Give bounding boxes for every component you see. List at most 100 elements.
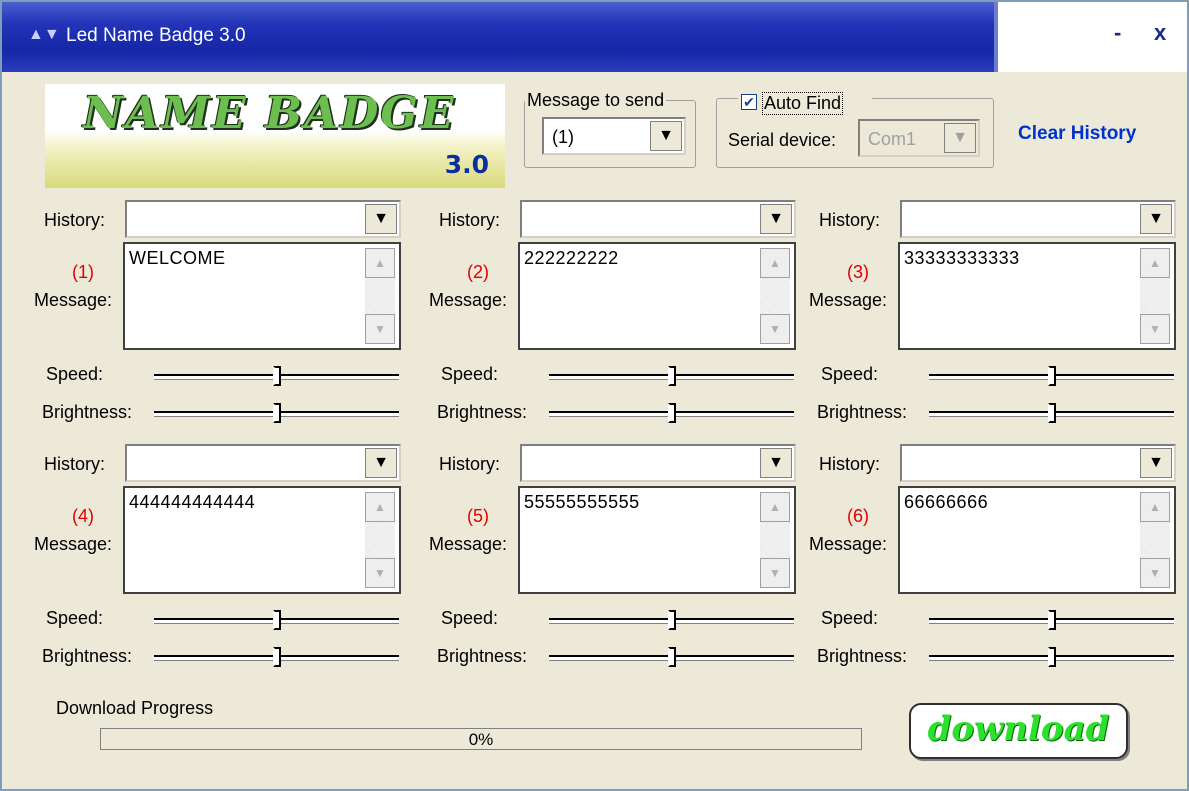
brightness-slider-thumb[interactable] — [1048, 647, 1056, 667]
message-textarea-2[interactable]: 222222222 ▲ ▼ — [518, 242, 796, 350]
message-textarea-6[interactable]: 66666666 ▲ ▼ — [898, 486, 1176, 594]
chevron-down-icon[interactable]: ▼ — [760, 204, 792, 234]
clear-history-link[interactable]: Clear History — [1018, 123, 1136, 145]
message-scrollbar[interactable]: ▲ ▼ — [365, 492, 395, 588]
chevron-down-icon[interactable]: ▼ — [1140, 448, 1172, 478]
brightness-slider-3[interactable] — [929, 403, 1174, 423]
logo-version: 3.0 — [444, 150, 489, 179]
scroll-down-icon[interactable]: ▼ — [760, 314, 790, 344]
brightness-slider-thumb[interactable] — [668, 647, 676, 667]
history-select-2[interactable]: ▼ — [520, 200, 796, 238]
message-textarea-1[interactable]: WELCOME ▲ ▼ — [123, 242, 401, 350]
chevron-down-icon[interactable]: ▼ — [1140, 204, 1172, 234]
speed-slider-thumb[interactable] — [1048, 610, 1056, 630]
chevron-down-icon[interactable]: ▼ — [365, 448, 397, 478]
scroll-down-icon[interactable]: ▼ — [760, 558, 790, 588]
message-scrollbar[interactable]: ▲ ▼ — [1140, 248, 1170, 344]
brightness-slider-thumb[interactable] — [273, 403, 281, 423]
speed-slider-6[interactable] — [929, 610, 1174, 630]
app-window: ▲▼ Led Name Badge 3.0 - x NAME BADGE 3.0… — [0, 0, 1189, 791]
auto-find-checkbox[interactable]: ✔ — [741, 94, 757, 110]
serial-device-select[interactable]: Com1 ▼ — [858, 119, 980, 157]
auto-find-option[interactable]: ✔ Auto Find — [738, 91, 872, 115]
speed-label: Speed: — [441, 364, 499, 384]
scroll-up-icon[interactable]: ▲ — [1140, 248, 1170, 278]
message-label: Message: — [429, 290, 508, 310]
history-label: History: — [439, 454, 501, 474]
brightness-slider-2[interactable] — [549, 403, 794, 423]
speed-label: Speed: — [441, 608, 499, 628]
message-scrollbar[interactable]: ▲ ▼ — [760, 248, 790, 344]
scroll-up-icon[interactable]: ▲ — [760, 248, 790, 278]
speed-slider-2[interactable] — [549, 366, 794, 386]
message-label: Message: — [429, 534, 508, 554]
brightness-label: Brightness: — [437, 646, 528, 666]
scroll-down-icon[interactable]: ▼ — [1140, 314, 1170, 344]
history-label: History: — [44, 454, 106, 474]
scroll-up-icon[interactable]: ▲ — [365, 492, 395, 522]
minimize-button[interactable]: - — [1114, 20, 1121, 46]
download-button-label: download — [927, 709, 1110, 749]
speed-slider-thumb[interactable] — [273, 610, 281, 630]
download-progress-bar: 0% — [100, 728, 862, 750]
history-select-1[interactable]: ▼ — [125, 200, 401, 238]
message-scrollbar[interactable]: ▲ ▼ — [365, 248, 395, 344]
message-text: 222222222 — [524, 248, 619, 268]
scroll-up-icon[interactable]: ▲ — [1140, 492, 1170, 522]
speed-label: Speed: — [821, 364, 879, 384]
speed-slider-3[interactable] — [929, 366, 1174, 386]
history-select-4[interactable]: ▼ — [125, 444, 401, 482]
history-label: History: — [819, 210, 881, 230]
message-scrollbar[interactable]: ▲ ▼ — [1140, 492, 1170, 588]
speed-slider-1[interactable] — [154, 366, 399, 386]
speed-slider-thumb[interactable] — [668, 610, 676, 630]
auto-find-label: Auto Find — [762, 92, 844, 115]
chevron-down-icon[interactable]: ▼ — [944, 123, 976, 153]
download-progress-label: Download Progress — [56, 698, 214, 718]
close-button[interactable]: x — [1154, 20, 1166, 46]
speed-slider-5[interactable] — [549, 610, 794, 630]
title-bar[interactable]: ▲▼ Led Name Badge 3.0 - x — [2, 2, 1187, 72]
chevron-down-icon[interactable]: ▼ — [365, 204, 397, 234]
brightness-slider-thumb[interactable] — [273, 647, 281, 667]
message-to-send-select[interactable]: (1) ▼ — [542, 117, 686, 155]
speed-slider-thumb[interactable] — [668, 366, 676, 386]
scroll-down-icon[interactable]: ▼ — [365, 558, 395, 588]
message-textarea-4[interactable]: 444444444444 ▲ ▼ — [123, 486, 401, 594]
brightness-slider-5[interactable] — [549, 647, 794, 667]
message-text: 66666666 — [904, 492, 989, 512]
message-label: Message: — [34, 534, 113, 554]
scroll-down-icon[interactable]: ▼ — [1140, 558, 1170, 588]
download-button[interactable]: download — [909, 703, 1128, 759]
scroll-up-icon[interactable]: ▲ — [365, 248, 395, 278]
window-title: Led Name Badge 3.0 — [66, 25, 246, 46]
message-to-send-value: (1) — [552, 127, 574, 147]
app-icon: ▲▼ — [28, 26, 60, 43]
history-label: History: — [819, 454, 881, 474]
main-panel: NAME BADGE 3.0 Message to send (1) ▼ ✔ A… — [2, 72, 1187, 789]
scroll-up-icon[interactable]: ▲ — [760, 492, 790, 522]
brightness-slider-1[interactable] — [154, 403, 399, 423]
brightness-slider-thumb[interactable] — [668, 403, 676, 423]
chevron-down-icon[interactable]: ▼ — [650, 121, 682, 151]
message-number: (3) — [847, 262, 869, 282]
message-textarea-5[interactable]: 55555555555 ▲ ▼ — [518, 486, 796, 594]
history-select-3[interactable]: ▼ — [900, 200, 1176, 238]
serial-device-value: Com1 — [868, 129, 917, 149]
brightness-slider-6[interactable] — [929, 647, 1174, 667]
message-textarea-3[interactable]: 33333333333 ▲ ▼ — [898, 242, 1176, 350]
message-scrollbar[interactable]: ▲ ▼ — [760, 492, 790, 588]
message-label: Message: — [809, 534, 888, 554]
history-select-6[interactable]: ▼ — [900, 444, 1176, 482]
speed-label: Speed: — [46, 608, 104, 628]
speed-label: Speed: — [821, 608, 879, 628]
scroll-down-icon[interactable]: ▼ — [365, 314, 395, 344]
speed-slider-thumb[interactable] — [1048, 366, 1056, 386]
serial-device-label: Serial device: — [728, 130, 837, 150]
speed-slider-4[interactable] — [154, 610, 399, 630]
brightness-slider-thumb[interactable] — [1048, 403, 1056, 423]
history-select-5[interactable]: ▼ — [520, 444, 796, 482]
brightness-slider-4[interactable] — [154, 647, 399, 667]
speed-slider-thumb[interactable] — [273, 366, 281, 386]
chevron-down-icon[interactable]: ▼ — [760, 448, 792, 478]
